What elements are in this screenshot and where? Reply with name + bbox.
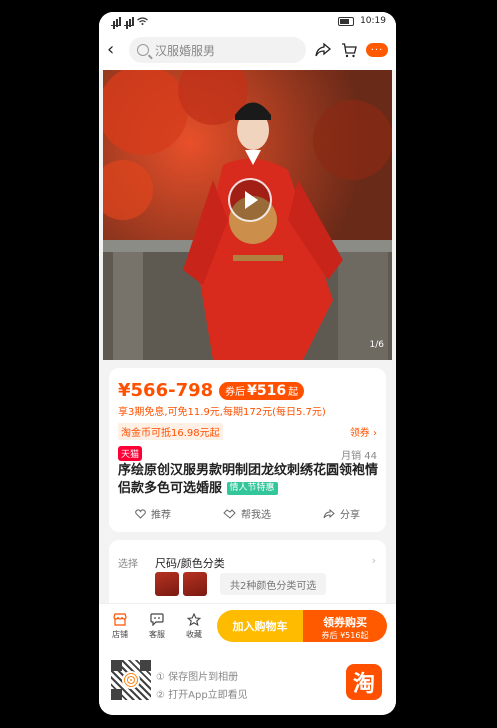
signal-icon [111,16,121,26]
image-pager: 1/6 [369,340,384,350]
share-footer: ① 保存图片到相册 ② 打开App立即看见 淘 [99,648,396,715]
service-label: 客服 [149,630,165,639]
share-label: 分享 [340,510,360,521]
taobao-logo: 淘 [346,664,382,700]
save-image-tip: ① 保存图片到相册 [156,672,239,683]
clock: 10:19 [360,16,386,26]
price-range: ¥566-798 [118,380,214,401]
sku-thumbnails [155,572,207,596]
share-arrow-icon [323,508,335,518]
coupon-prefix: 券后 [225,387,246,398]
taojin-discount-tag[interactable]: 淘金币可抵16.98元起 [118,423,223,440]
star-icon [179,611,209,627]
customer-service-button[interactable]: 客服 [142,611,172,640]
favorite-button[interactable]: 收藏 [179,611,209,640]
bottom-action-bar: 店铺 客服 收藏 加入购物车 领券购买 券后 ¥516起 [99,603,396,649]
product-info-card: ¥566-798 券后 ¥516 起 享3期免息,可免11.9元,每期172元(… [109,368,386,532]
sku-count[interactable]: 共2种颜色分类可选 [220,573,327,595]
phone-screen: 10:19 ‹ 汉服婚服男 ··· 1/6 ¥566-798 券后 ¥516 起… [99,12,396,715]
product-title: 序绘原创汉服男款明制团龙纹刺绣花圆领袍情侣款多色可选婚服 情人节特惠 [118,462,380,498]
battery-icon [338,16,355,26]
sku-thumbnail[interactable] [183,572,207,596]
share-icon[interactable] [314,41,332,59]
cart-icon[interactable] [340,41,358,59]
chevron-right-icon: › [373,428,377,439]
chat-icon [142,611,172,627]
sku-label: 选择 [118,559,138,570]
recommend-label: 推荐 [151,510,171,521]
handshake-icon [223,508,236,519]
tmall-badge: 天猫 [118,446,143,461]
top-nav: ‹ 汉服婚服男 ··· [99,30,396,70]
coupon-price-badge: 券后 ¥516 起 [219,381,305,400]
help-choose-button[interactable]: 帮我选 [223,506,271,521]
monthly-sales: 月销 44 [341,451,377,462]
help-choose-label: 帮我选 [241,510,271,521]
coupon-suffix: 起 [288,387,299,398]
fingerprint-icon [122,671,140,689]
signal-group [111,16,148,26]
coupon-price: ¥516 [247,382,287,399]
more-menu-button[interactable]: ··· [366,43,388,57]
promo-badge: 情人节特惠 [226,482,278,495]
recommend-button[interactable]: 推荐 [135,506,171,521]
search-input[interactable]: 汉服婚服男 [129,37,306,63]
search-placeholder: 汉服婚服男 [155,43,216,58]
shop-label: 店铺 [112,630,128,639]
price-row: ¥566-798 券后 ¥516 起 [118,380,305,401]
installment-info: 享3期免息,可免11.9元,每期172元(每日5.7元) [118,407,326,418]
buy-label: 领券购买 [323,616,367,629]
search-icon [137,44,149,56]
share-button[interactable]: 分享 [323,506,360,521]
add-to-cart-button[interactable]: 加入购物车 [217,610,303,642]
get-coupon-label: 领券 [349,428,370,439]
shop-button[interactable]: 店铺 [105,611,135,640]
back-icon[interactable]: ‹ [107,41,121,59]
qr-code [111,660,151,700]
heart-icon [135,508,146,519]
store-icon [105,611,135,627]
sku-thumbnail[interactable] [155,572,179,596]
wifi-icon [137,17,148,25]
get-coupon-link[interactable]: 领券 › [350,424,377,439]
open-app-tip: ② 打开App立即看见 [156,690,248,701]
product-actions: 推荐 帮我选 分享 [109,506,386,521]
favorite-label: 收藏 [186,630,202,639]
signal-icon-2 [124,16,134,26]
sku-name: 尺码/颜色分类 [155,557,225,570]
product-image-carousel[interactable]: 1/6 [103,70,392,360]
chevron-right-icon: › [371,554,376,567]
buy-sub-label: 券后 ¥516起 [321,631,369,640]
sku-selector[interactable]: 选择 尺码/颜色分类 › 共2种颜色分类可选 [109,540,386,610]
buy-with-coupon-button[interactable]: 领券购买 券后 ¥516起 [303,610,387,642]
status-bar: 10:19 [99,12,396,30]
play-video-button[interactable] [227,177,272,222]
